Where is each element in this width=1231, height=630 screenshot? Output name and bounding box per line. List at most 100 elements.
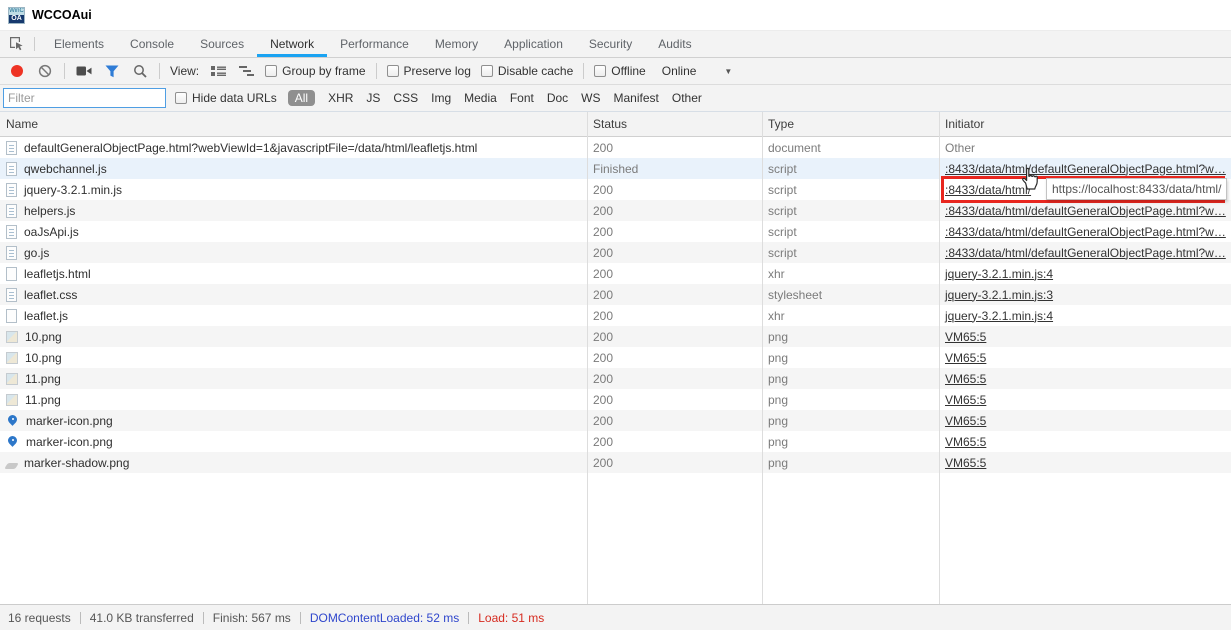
request-name-cell[interactable]: marker-icon.png — [0, 414, 587, 428]
type-filter-manifest[interactable]: Manifest — [614, 91, 659, 105]
initiator-link[interactable]: VM65:5 — [945, 414, 986, 428]
initiator-link[interactable]: VM65:5 — [945, 351, 986, 365]
image-tile-icon — [6, 331, 18, 343]
table-row[interactable]: leaflet.js200xhrjquery-3.2.1.min.js:4 — [0, 305, 1231, 326]
tab-console[interactable]: Console — [117, 31, 187, 57]
type-filter-ws[interactable]: WS — [581, 91, 600, 105]
request-status: 200 — [587, 225, 762, 239]
initiator-link[interactable]: VM65:5 — [945, 456, 986, 470]
request-name-cell[interactable]: go.js — [0, 246, 587, 260]
type-filter-img[interactable]: Img — [431, 91, 451, 105]
initiator-link[interactable]: jquery-3.2.1.min.js:3 — [945, 288, 1053, 302]
column-header-status[interactable]: Status — [587, 117, 762, 131]
filter-funnel-icon[interactable] — [103, 62, 121, 80]
request-name-cell[interactable]: leafletjs.html — [0, 267, 587, 281]
type-filter-css[interactable]: CSS — [393, 91, 418, 105]
type-filter-media[interactable]: Media — [464, 91, 497, 105]
type-filter-js[interactable]: JS — [366, 91, 380, 105]
request-name-cell[interactable]: 10.png — [0, 330, 587, 344]
request-name-cell[interactable]: 11.png — [0, 372, 587, 386]
marker-shadow-icon — [4, 463, 19, 469]
overview-waterfall-icon[interactable] — [237, 62, 255, 80]
table-row[interactable]: go.js200script:8433/data/html/defaultGen… — [0, 242, 1231, 263]
type-filter-all[interactable]: All — [288, 90, 315, 106]
request-name-cell[interactable]: qwebchannel.js — [0, 162, 587, 176]
tab-network[interactable]: Network — [257, 31, 327, 57]
initiator-link[interactable]: :8433/data/html/defaultGeneralObjectPage… — [945, 225, 1226, 239]
table-row[interactable]: oaJsApi.js200script:8433/data/html/defau… — [0, 221, 1231, 242]
image-tile-icon — [6, 394, 18, 406]
table-row[interactable]: 10.png200pngVM65:5 — [0, 347, 1231, 368]
column-header-name[interactable]: Name — [0, 117, 587, 131]
initiator-link[interactable]: jquery-3.2.1.min.js:4 — [945, 267, 1053, 281]
table-row[interactable]: defaultGeneralObjectPage.html?webViewId=… — [0, 137, 1231, 158]
table-row[interactable]: qwebchannel.jsFinishedscript:8433/data/h… — [0, 158, 1231, 179]
column-divider[interactable] — [587, 112, 588, 604]
clear-button[interactable] — [36, 62, 54, 80]
column-divider[interactable] — [762, 112, 763, 604]
request-name-cell[interactable]: jquery-3.2.1.min.js — [0, 183, 587, 197]
table-row[interactable]: marker-icon.png200pngVM65:5 — [0, 431, 1231, 452]
table-row[interactable]: 10.png200pngVM65:5 — [0, 326, 1231, 347]
initiator-link[interactable]: :8433/data/html/defaultGeneralObjectPage… — [945, 246, 1226, 260]
initiator-link[interactable]: VM65:5 — [945, 393, 986, 407]
column-header-type[interactable]: Type — [762, 117, 939, 131]
tab-audits[interactable]: Audits — [645, 31, 704, 57]
request-name-cell[interactable]: leaflet.js — [0, 309, 587, 323]
tab-performance[interactable]: Performance — [327, 31, 422, 57]
screenshot-camera-icon[interactable] — [75, 62, 93, 80]
request-name-cell[interactable]: 11.png — [0, 393, 587, 407]
table-row[interactable]: 11.png200pngVM65:5 — [0, 389, 1231, 410]
initiator-link[interactable]: jquery-3.2.1.min.js:4 — [945, 309, 1053, 323]
tab-memory[interactable]: Memory — [422, 31, 491, 57]
table-header: Name Status Type Initiator — [0, 112, 1231, 137]
type-filter-doc[interactable]: Doc — [547, 91, 568, 105]
tab-elements[interactable]: Elements — [41, 31, 117, 57]
request-type: png — [762, 393, 939, 407]
inspect-element-button[interactable] — [0, 31, 34, 57]
devtools-tabbar: ElementsConsoleSourcesNetworkPerformance… — [0, 31, 1231, 58]
table-row[interactable]: helpers.js200script:8433/data/html/defau… — [0, 200, 1231, 221]
initiator-link[interactable]: VM65:5 — [945, 330, 986, 344]
finish-time: Finish: 567 ms — [213, 611, 291, 625]
record-button[interactable] — [8, 62, 26, 80]
tab-application[interactable]: Application — [491, 31, 576, 57]
request-name: marker-icon.png — [26, 435, 113, 449]
request-name-cell[interactable]: helpers.js — [0, 204, 587, 218]
type-filter-font[interactable]: Font — [510, 91, 534, 105]
request-name-cell[interactable]: oaJsApi.js — [0, 225, 587, 239]
column-header-initiator[interactable]: Initiator — [939, 117, 1231, 131]
type-filter-other[interactable]: Other — [672, 91, 702, 105]
request-name-cell[interactable]: marker-shadow.png — [0, 456, 587, 470]
throttling-select[interactable]: Online — [662, 64, 697, 78]
request-type: png — [762, 372, 939, 386]
table-row[interactable]: marker-icon.png200pngVM65:5 — [0, 410, 1231, 431]
initiator-link[interactable]: :8433/data/html/defaultGeneralObjectPage… — [945, 204, 1226, 218]
request-name-cell[interactable]: marker-icon.png — [0, 435, 587, 449]
filter-input[interactable] — [3, 88, 166, 108]
column-divider[interactable] — [939, 112, 940, 604]
preserve-log-checkbox[interactable]: Preserve log — [387, 64, 471, 78]
table-row[interactable]: leaflet.css200stylesheetjquery-3.2.1.min… — [0, 284, 1231, 305]
table-row[interactable]: marker-shadow.png200pngVM65:5 — [0, 452, 1231, 473]
table-row[interactable]: 11.png200pngVM65:5 — [0, 368, 1231, 389]
initiator-link[interactable]: VM65:5 — [945, 372, 986, 386]
request-name-cell[interactable]: leaflet.css — [0, 288, 587, 302]
large-rows-icon[interactable] — [209, 62, 227, 80]
initiator-link[interactable]: VM65:5 — [945, 435, 986, 449]
hide-data-urls-checkbox[interactable]: Hide data URLs — [175, 91, 277, 105]
tab-security[interactable]: Security — [576, 31, 645, 57]
hand-cursor-icon — [1019, 165, 1042, 191]
tab-sources[interactable]: Sources — [187, 31, 257, 57]
type-filter-xhr[interactable]: XHR — [328, 91, 353, 105]
group-by-frame-checkbox[interactable]: Group by frame — [265, 64, 365, 78]
search-icon[interactable] — [131, 62, 149, 80]
request-name-cell[interactable]: 10.png — [0, 351, 587, 365]
chevron-down-icon[interactable]: ▼ — [724, 67, 732, 76]
initiator-link[interactable]: :8433/data/html/defaultGeneralObjectPage… — [945, 162, 1226, 176]
offline-checkbox[interactable]: Offline — [594, 64, 645, 78]
checkbox-icon — [265, 65, 277, 77]
table-row[interactable]: leafletjs.html200xhrjquery-3.2.1.min.js:… — [0, 263, 1231, 284]
disable-cache-checkbox[interactable]: Disable cache — [481, 64, 573, 78]
request-name-cell[interactable]: defaultGeneralObjectPage.html?webViewId=… — [0, 141, 587, 155]
